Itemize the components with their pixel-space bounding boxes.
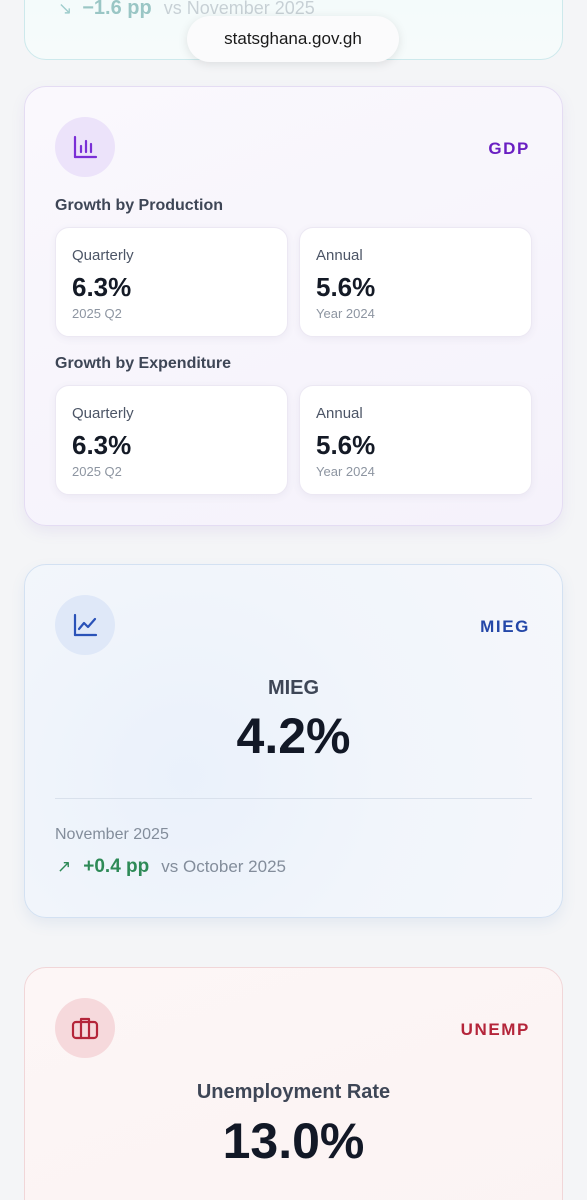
tile-value: 5.6% xyxy=(316,272,376,302)
indicator-value: 13.0% xyxy=(222,1113,365,1169)
production-annual-tile[interactable]: Annual 5.6% Year 2024 xyxy=(299,227,532,337)
tile-period: 2025 Q2 xyxy=(72,306,122,321)
trend-up-icon: ↗ xyxy=(57,857,72,876)
tile-label: Annual xyxy=(316,247,363,264)
tile-period: Year 2024 xyxy=(316,464,375,479)
tile-value: 6.3% xyxy=(72,272,132,302)
gdp-card[interactable]: GDP Growth by Production Quarterly 6.3% … xyxy=(24,86,563,526)
unemp-tag: UNEMP xyxy=(460,1020,530,1039)
line-chart-icon xyxy=(55,595,115,655)
tile-value: 6.3% xyxy=(72,430,132,460)
mieg-tag: MIEG xyxy=(480,617,530,636)
briefcase-icon xyxy=(55,998,115,1058)
indicator-value: 4.2% xyxy=(236,708,351,764)
mieg-card[interactable]: MIEG MIEG 4.2% November 2025 ↗ +0.4 pp v… xyxy=(24,564,563,918)
url-bar[interactable]: statsghana.gov.gh xyxy=(187,16,399,62)
change-value: +0.4 pp xyxy=(83,856,150,877)
change-value: −1.6 pp xyxy=(82,0,152,19)
tile-label: Annual xyxy=(316,405,363,422)
tile-value: 5.6% xyxy=(316,430,376,460)
trend-down-icon: ↘ xyxy=(58,0,73,18)
gdp-tag: GDP xyxy=(488,139,530,158)
change-comparison: vs October 2025 xyxy=(161,857,286,876)
tile-label: Quarterly xyxy=(72,405,134,422)
tile-label: Quarterly xyxy=(72,247,134,264)
unemployment-card[interactable]: UNEMP Unemployment Rate 13.0% xyxy=(24,967,563,1200)
expenditure-quarterly-tile[interactable]: Quarterly 6.3% 2025 Q2 xyxy=(55,385,288,495)
production-quarterly-tile[interactable]: Quarterly 6.3% 2025 Q2 xyxy=(55,227,288,337)
bar-chart-icon xyxy=(55,117,115,177)
indicator-label: Unemployment Rate xyxy=(196,1081,391,1103)
production-section-title: Growth by Production xyxy=(55,197,223,214)
tile-period: 2025 Q2 xyxy=(72,464,122,479)
expenditure-annual-tile[interactable]: Annual 5.6% Year 2024 xyxy=(299,385,532,495)
change-row: ↗ +0.4 pp vs October 2025 xyxy=(57,856,286,878)
divider xyxy=(55,798,532,799)
indicator-label: MIEG xyxy=(267,677,320,699)
tile-period: Year 2024 xyxy=(316,306,375,321)
indicator-period: November 2025 xyxy=(55,826,169,843)
expenditure-section-title: Growth by Expenditure xyxy=(55,355,232,372)
